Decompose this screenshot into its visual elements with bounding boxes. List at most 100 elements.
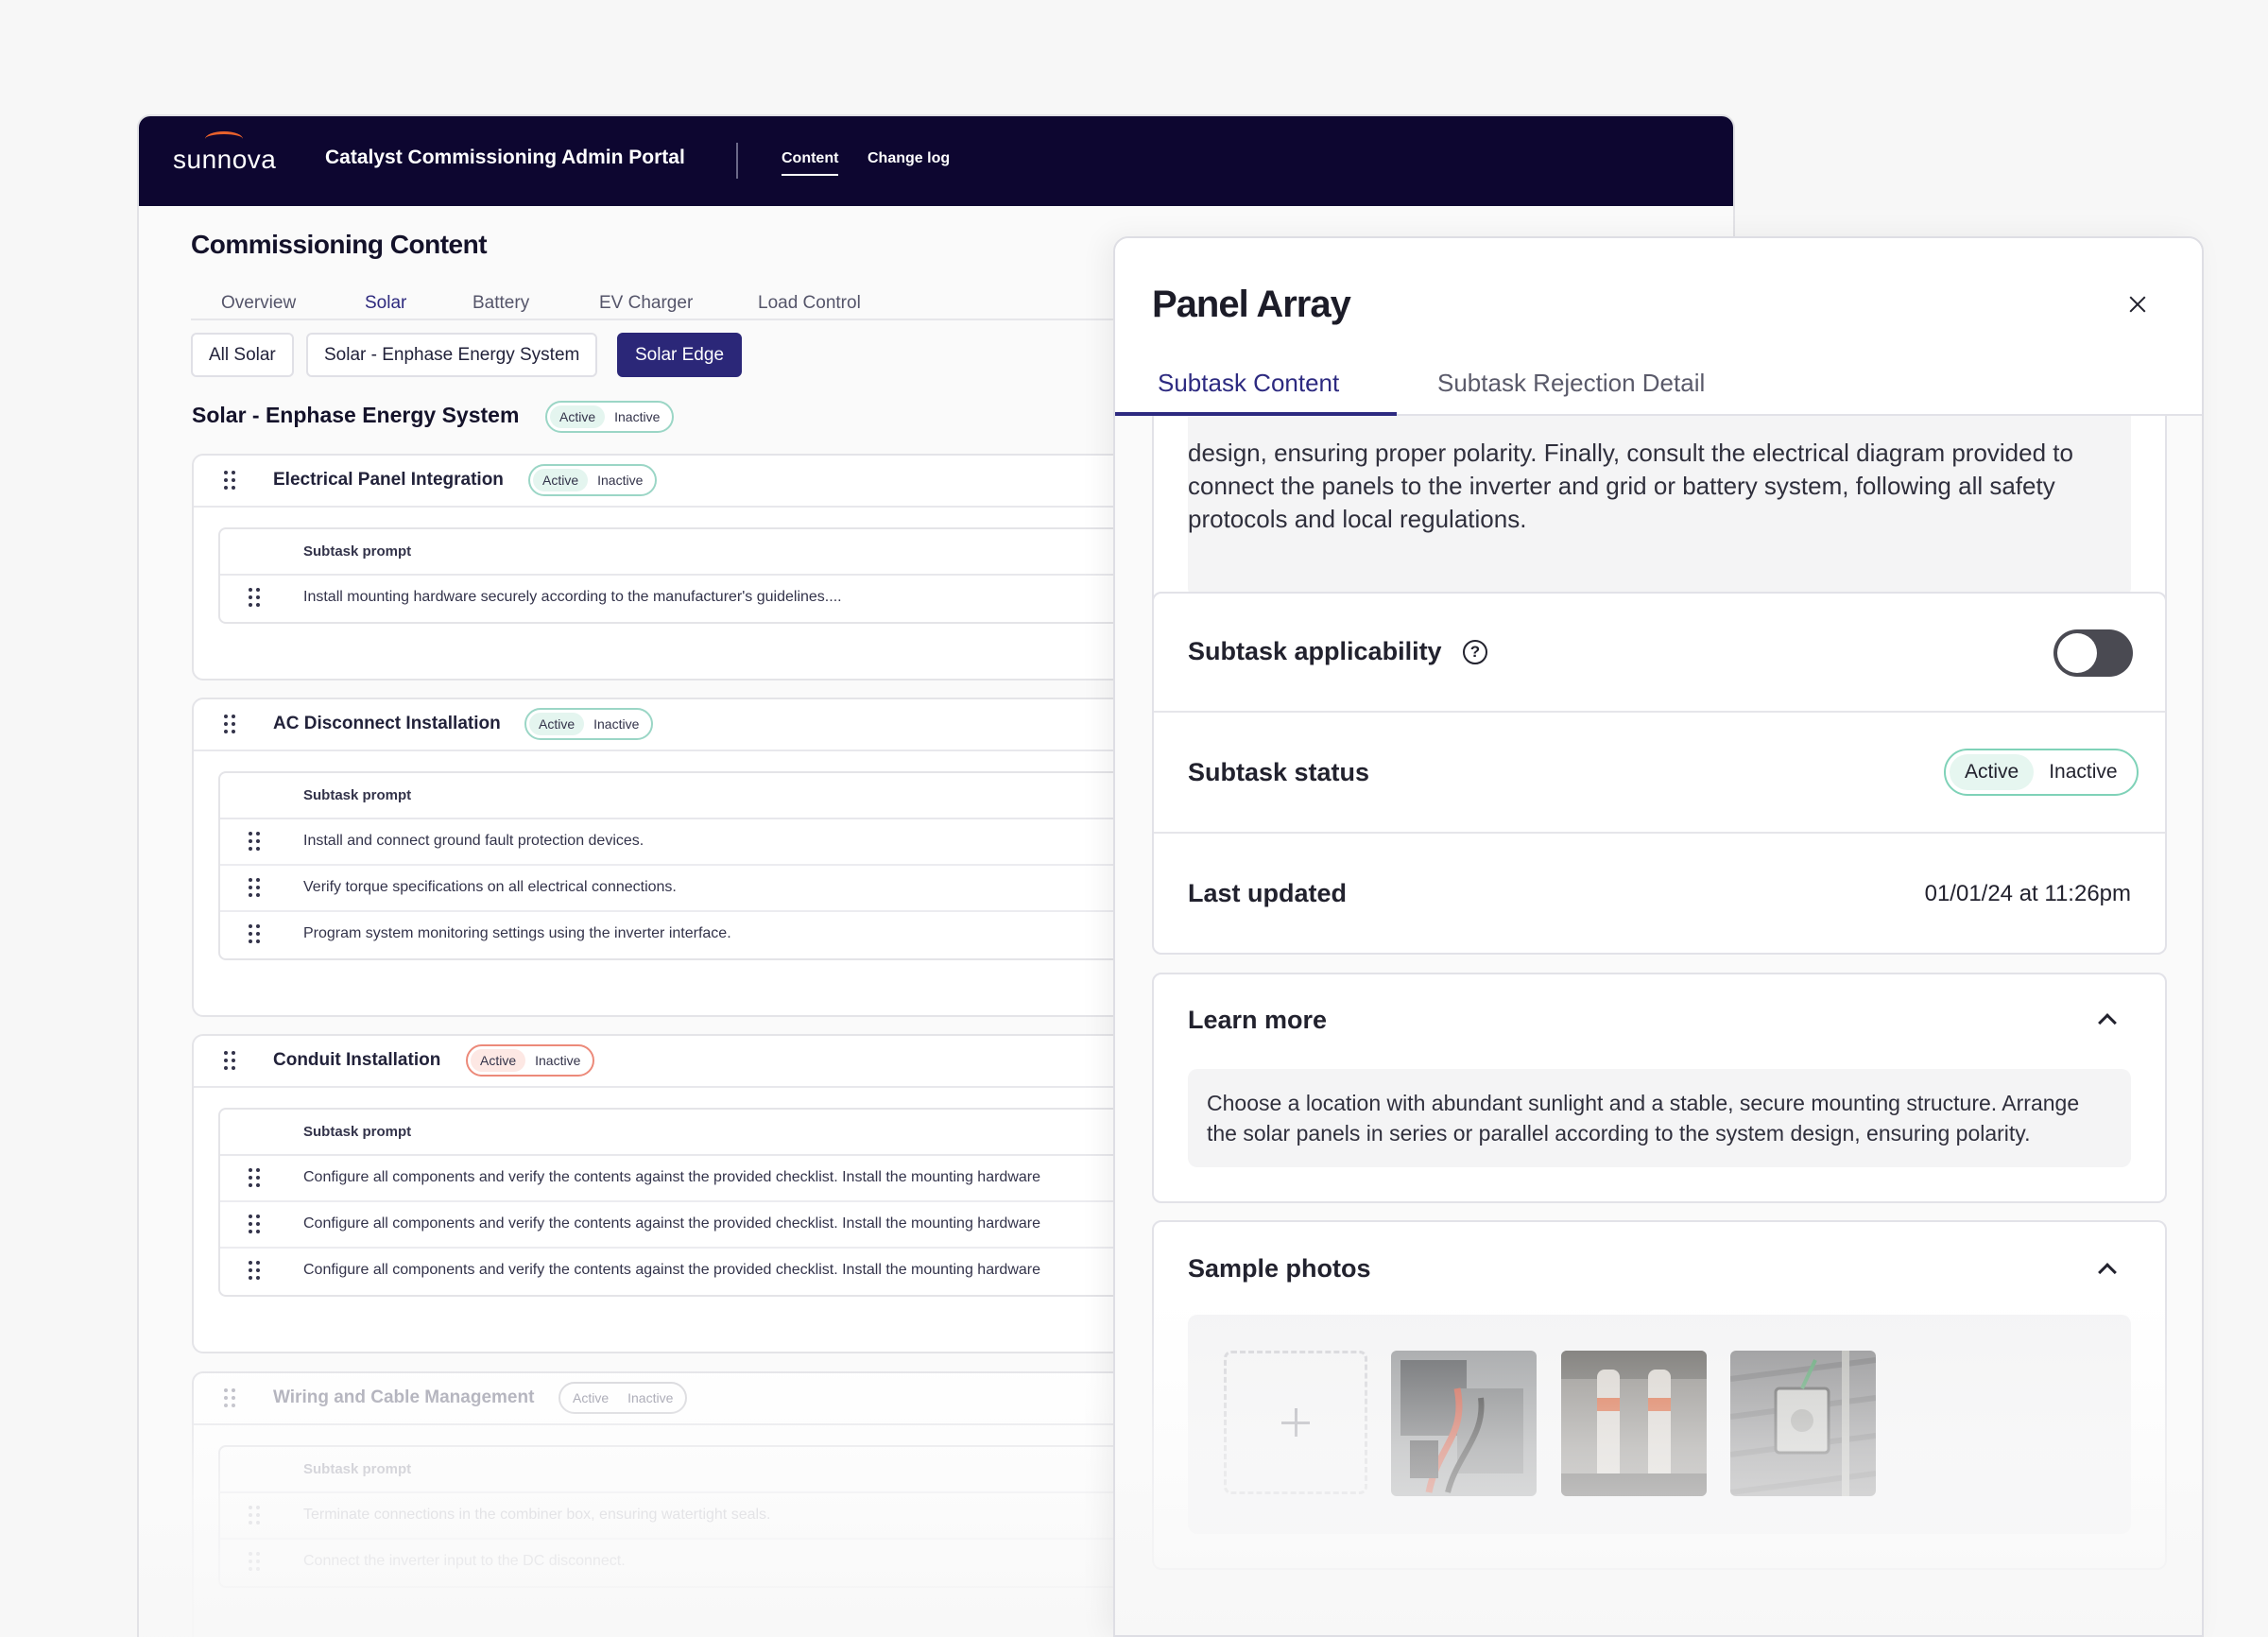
status-inactive[interactable]: Inactive (618, 1387, 682, 1409)
subtask-detail-panel: Panel Array Subtask Content Subtask Reje… (1113, 236, 2204, 1637)
drag-handle-icon[interactable] (249, 1215, 260, 1233)
active-tab-indicator (1115, 412, 1397, 416)
table-row[interactable]: Configure all components and verify the … (220, 1202, 1124, 1249)
applicability-switch[interactable] (2053, 629, 2133, 677)
nav-content[interactable]: Content (782, 150, 839, 176)
status-active[interactable]: Active (533, 469, 589, 491)
status-active[interactable]: Active (1950, 754, 2035, 790)
last-updated-label: Last updated (1188, 879, 1348, 907)
subtask-prompt: Terminate connections in the combiner bo… (303, 1507, 771, 1523)
photo-fuses[interactable] (1561, 1351, 1707, 1496)
group-status-toggle[interactable]: Active Inactive (466, 1044, 595, 1077)
table-row[interactable]: Install and connect ground fault protect… (220, 819, 1124, 866)
subtask-settings-card: Subtask applicability ? Subtask status A… (1152, 592, 2167, 955)
status-inactive[interactable]: Inactive (588, 469, 652, 491)
group-header: Wiring and Cable Management Active Inact… (194, 1373, 1135, 1425)
subtask-prompt: Verify torque specifications on all elec… (303, 879, 677, 895)
status-active[interactable]: Active (471, 1049, 526, 1072)
drag-handle-icon[interactable] (249, 1552, 260, 1571)
column-header: Subtask prompt (303, 1124, 412, 1140)
drag-handle-icon[interactable] (249, 1506, 260, 1525)
group-status-toggle[interactable]: Active Inactive (524, 708, 654, 740)
subtask-table: Subtask prompt Install mounting hardware… (218, 527, 1125, 624)
drag-handle-icon[interactable] (249, 588, 260, 607)
close-icon[interactable] (2124, 291, 2151, 318)
table-row[interactable]: Install mounting hardware securely accor… (220, 576, 1124, 622)
chip-all-solar[interactable]: All Solar (191, 333, 294, 377)
chip-enphase[interactable]: Solar - Enphase Energy System (306, 333, 598, 377)
drag-handle-icon[interactable] (249, 832, 260, 851)
status-active[interactable]: Active (529, 713, 585, 735)
drag-handle-icon[interactable] (224, 715, 235, 733)
sample-photos-card: Sample photos (1152, 1220, 2167, 1570)
table-row[interactable]: Terminate connections in the combiner bo… (220, 1493, 1124, 1540)
drag-handle-icon[interactable] (249, 1168, 260, 1187)
table-row[interactable]: Program system monitoring settings using… (220, 912, 1124, 958)
table-header: Subtask prompt (220, 1447, 1124, 1493)
nav-divider (736, 143, 738, 179)
chevron-up-icon[interactable] (2098, 1263, 2117, 1282)
tab-solar[interactable]: Solar (365, 293, 406, 314)
status-inactive[interactable]: Inactive (2034, 754, 2132, 790)
tab-ev-charger[interactable]: EV Charger (599, 293, 693, 314)
tab-subtask-content[interactable]: Subtask Content (1158, 369, 1339, 398)
subtask-prompt: Configure all components and verify the … (303, 1262, 1040, 1278)
subtask-description: design, ensuring proper polarity. Finall… (1188, 439, 2073, 533)
description-card: design, ensuring proper polarity. Finall… (1152, 380, 2167, 622)
tab-overview[interactable]: Overview (221, 293, 296, 314)
top-navigation-bar: sunnova Catalyst Commissioning Admin Por… (139, 116, 1733, 206)
subtask-status-toggle[interactable]: Active Inactive (1944, 749, 2139, 796)
subtask-group: AC Disconnect Installation Active Inacti… (192, 698, 1137, 1017)
table-row[interactable]: Connect the inverter input to the DC dis… (220, 1540, 1124, 1586)
drag-handle-icon[interactable] (224, 1051, 235, 1070)
table-header: Subtask prompt (220, 529, 1124, 576)
help-icon[interactable]: ? (1463, 640, 1487, 664)
subtask-prompt: Install mounting hardware securely accor… (303, 589, 842, 605)
add-photo-button[interactable] (1224, 1351, 1367, 1494)
photo-wiring[interactable] (1391, 1351, 1537, 1496)
tab-battery[interactable]: Battery (472, 293, 529, 314)
learn-more-box: Choose a location with abundant sunlight… (1188, 1069, 2131, 1167)
status-inactive[interactable]: Inactive (584, 713, 648, 735)
status-active[interactable]: Active (563, 1387, 618, 1409)
drag-handle-icon[interactable] (224, 1388, 235, 1407)
tab-subtask-rejection-detail[interactable]: Subtask Rejection Detail (1437, 369, 1705, 398)
sample-photos-label: Sample photos (1188, 1254, 1371, 1283)
column-header: Subtask prompt (303, 543, 412, 560)
sunnova-logo[interactable]: sunnova (173, 145, 276, 175)
subtask-group: Wiring and Cable Management Active Inact… (192, 1371, 1137, 1637)
table-row[interactable]: Verify torque specifications on all elec… (220, 866, 1124, 912)
tab-load-control[interactable]: Load Control (758, 293, 861, 314)
group-status-toggle[interactable]: Active Inactive (528, 464, 658, 496)
chevron-up-icon[interactable] (2098, 1013, 2117, 1032)
subtask-table: Subtask prompt Install and connect groun… (218, 771, 1125, 960)
table-row[interactable]: Configure all components and verify the … (220, 1156, 1124, 1202)
drag-handle-icon[interactable] (224, 471, 235, 490)
panel-title: Panel Array (1152, 284, 1351, 325)
nav-change-log[interactable]: Change log (868, 150, 950, 174)
group-status-toggle[interactable]: Active Inactive (558, 1382, 688, 1414)
subtask-prompt: Install and connect ground fault protect… (303, 833, 644, 849)
group-name: AC Disconnect Installation (273, 714, 501, 733)
learn-more-card: Learn more Choose a location with abunda… (1152, 973, 2167, 1203)
subtask-prompt: Program system monitoring settings using… (303, 925, 731, 941)
table-row[interactable]: Configure all components and verify the … (220, 1249, 1124, 1295)
photo-junction-box[interactable] (1730, 1351, 1876, 1496)
group-name: Conduit Installation (273, 1050, 441, 1070)
subtask-group: Electrical Panel Integration Active Inac… (192, 454, 1137, 681)
chip-solar-edge[interactable]: Solar Edge (617, 333, 743, 377)
status-inactive[interactable]: Inactive (525, 1049, 590, 1072)
subtask-prompt: Configure all components and verify the … (303, 1169, 1040, 1185)
photo-junction-box-image (1730, 1351, 1876, 1496)
drag-handle-icon[interactable] (249, 878, 260, 897)
drag-handle-icon[interactable] (249, 924, 260, 943)
section-status-toggle[interactable]: Active Inactive (545, 401, 675, 433)
drag-handle-icon[interactable] (249, 1261, 260, 1280)
status-inactive[interactable]: Inactive (605, 405, 669, 428)
applicability-row: Subtask applicability ? (1154, 594, 2165, 713)
applicability-label: Subtask applicability (1188, 637, 1442, 665)
photo-fuses-image (1561, 1351, 1707, 1496)
logo-arc-icon (205, 131, 243, 146)
page-title: Commissioning Content (191, 230, 488, 259)
status-active[interactable]: Active (550, 405, 606, 428)
